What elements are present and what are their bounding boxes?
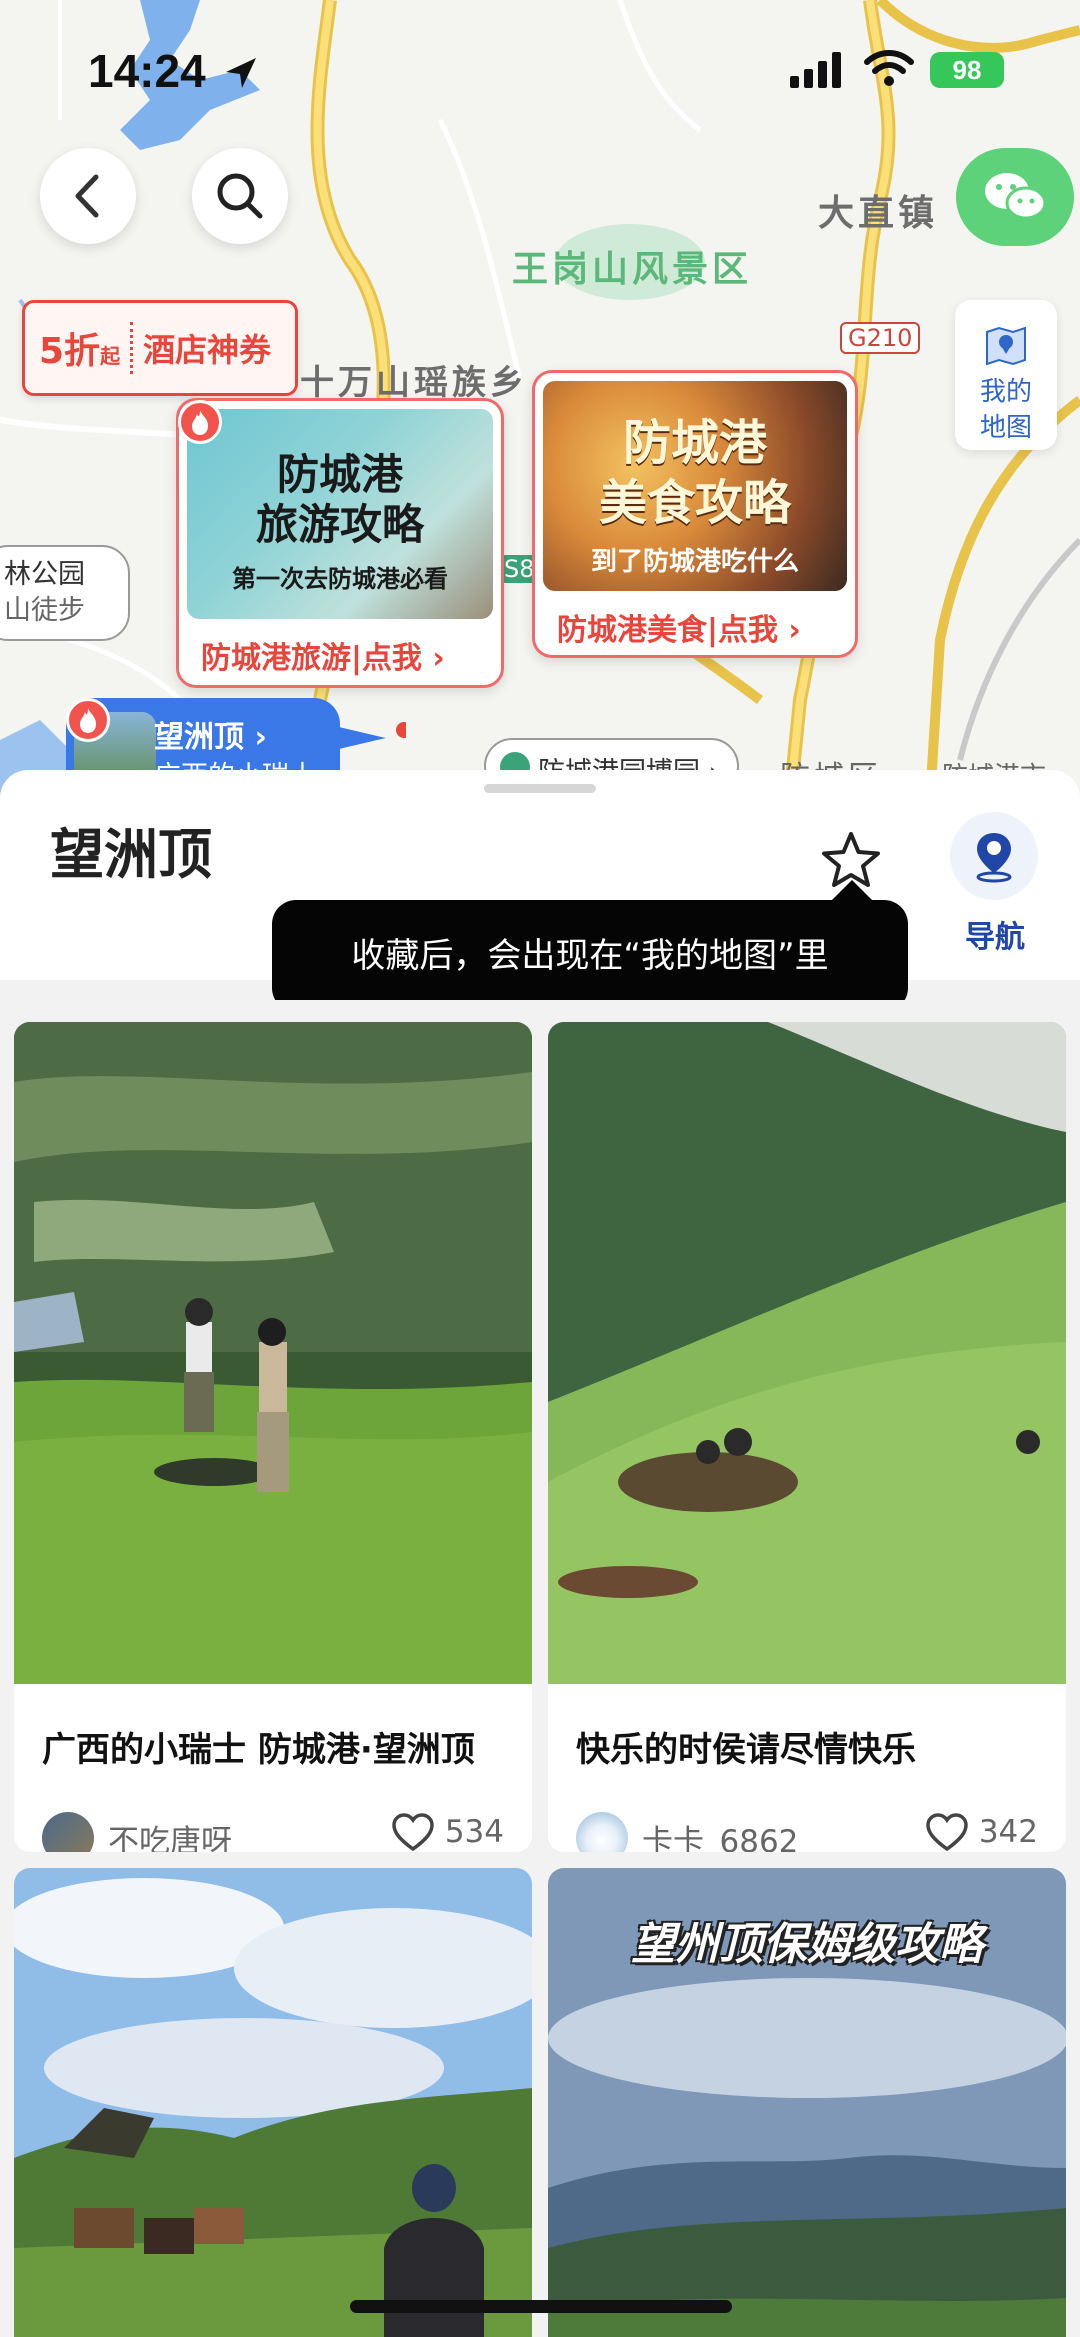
travel-guide-card[interactable]: 防城港 旅游攻略 第一次去防城港必看 防城港旅游|点我 › bbox=[176, 398, 504, 688]
note-image bbox=[14, 1868, 532, 2337]
map-label-town: 大直镇 bbox=[818, 193, 939, 234]
food-guide-link: 防城港美食|点我 › bbox=[557, 613, 801, 648]
author-name: 不吃唐呀 bbox=[108, 1823, 232, 1853]
park-pill[interactable]: 林公园 山徒步 bbox=[0, 545, 130, 641]
road-sign-g210: G210 bbox=[840, 322, 921, 354]
note-image-overlay-title: 望州顶保姆级攻略 bbox=[631, 1919, 983, 1970]
navigate-label: 导航 bbox=[965, 920, 1025, 955]
like-button[interactable]: 534 bbox=[391, 1812, 504, 1852]
search-button[interactable] bbox=[192, 148, 288, 244]
avatar bbox=[576, 1812, 628, 1852]
notes-feed[interactable]: 广西的小瑞士 防城港·望洲顶 不吃唐呀 534 快乐的时侯请尽情快乐 卡卡_68… bbox=[0, 1000, 1080, 2337]
wechat-icon bbox=[985, 173, 1047, 220]
battery-indicator: 98 bbox=[930, 52, 1004, 88]
navigate-icon-wrap bbox=[950, 812, 1038, 900]
note-card[interactable]: 快乐的时侯请尽情快乐 卡卡_6862 342 bbox=[548, 1022, 1066, 1852]
my-map-button[interactable]: 我的 地图 bbox=[955, 300, 1057, 450]
food-subtitle: 到了防城港吃什么 bbox=[590, 547, 799, 577]
coupon-text: 酒店神券 bbox=[143, 331, 272, 369]
note-title: 广西的小瑞士 防城港·望洲顶 bbox=[42, 1730, 475, 1770]
author-name: 卡卡_6862 bbox=[642, 1823, 799, 1853]
tooltip-arrow bbox=[830, 880, 874, 902]
favorite-tooltip: 收藏后，会出现在“我的地图”里 bbox=[272, 900, 908, 1012]
poi-name: 望洲顶 › bbox=[154, 720, 267, 755]
sheet-grabber[interactable] bbox=[484, 784, 596, 793]
poi-fire-icon bbox=[66, 698, 110, 742]
cellular-signal-icon bbox=[790, 52, 841, 88]
note-image bbox=[548, 1022, 1066, 1684]
avatar bbox=[42, 1812, 94, 1852]
folded-map-icon bbox=[986, 326, 1026, 366]
back-button[interactable] bbox=[40, 148, 136, 244]
travel-title-2: 旅游攻略 bbox=[255, 500, 424, 549]
location-arrow-icon bbox=[226, 58, 256, 88]
map-label-township: 十万山瑶族乡 bbox=[300, 363, 528, 403]
note-image bbox=[14, 1022, 532, 1684]
navigate-button[interactable]: 导航 bbox=[950, 812, 1040, 956]
note-author[interactable]: 不吃唐呀 bbox=[42, 1812, 232, 1852]
map-view[interactable]: 大直镇 王岗山风景区 十万山瑶族乡 G210 S8 林公园 山徒步 5折起 酒店… bbox=[0, 0, 1080, 800]
status-bar: 14:24 98 bbox=[0, 0, 1080, 140]
note-card[interactable] bbox=[14, 1868, 532, 2337]
wechat-share-button[interactable] bbox=[956, 148, 1074, 246]
note-author[interactable]: 卡卡_6862 bbox=[576, 1812, 798, 1852]
fire-icon bbox=[178, 400, 222, 444]
heart-icon bbox=[392, 1813, 434, 1852]
coupon-divider bbox=[130, 322, 134, 374]
food-title-2: 美食攻略 bbox=[598, 475, 791, 531]
home-indicator[interactable] bbox=[350, 2300, 732, 2313]
search-icon bbox=[217, 173, 263, 219]
my-map-label-2: 地图 bbox=[979, 413, 1032, 443]
like-button[interactable]: 342 bbox=[925, 1812, 1038, 1852]
back-arrow-icon bbox=[75, 174, 99, 218]
my-map-label-1: 我的 bbox=[979, 377, 1032, 407]
travel-guide-link: 防城港旅游|点我 › bbox=[201, 641, 445, 676]
wifi-icon bbox=[864, 50, 914, 86]
food-guide-thumbnail: 防城港 美食攻略 到了防城港吃什么 bbox=[543, 381, 847, 591]
coupon-discount: 5折起 bbox=[39, 331, 121, 372]
food-guide-card[interactable]: 防城港 美食攻略 到了防城港吃什么 防城港美食|点我 › bbox=[532, 370, 858, 658]
navigation-pin-icon bbox=[976, 833, 1012, 883]
note-title: 快乐的时侯请尽情快乐 bbox=[576, 1730, 916, 1770]
poi-pointer bbox=[326, 722, 406, 752]
heart-icon bbox=[926, 1813, 968, 1852]
note-card[interactable]: 广西的小瑞士 防城港·望洲顶 不吃唐呀 534 bbox=[14, 1022, 532, 1852]
map-label-scenic: 王岗山风景区 bbox=[512, 249, 753, 290]
like-count: 342 bbox=[978, 1814, 1038, 1850]
status-time: 14:24 bbox=[88, 45, 206, 97]
travel-guide-thumbnail: 防城港 旅游攻略 第一次去防城港必看 bbox=[187, 409, 493, 619]
like-count: 534 bbox=[444, 1814, 504, 1850]
hotel-coupon-banner[interactable]: 5折起 酒店神券 bbox=[22, 300, 298, 396]
travel-subtitle: 第一次去防城港必看 bbox=[232, 565, 448, 593]
place-title: 望洲顶 bbox=[50, 823, 212, 886]
note-card[interactable]: 望州顶保姆级攻略 bbox=[548, 1868, 1066, 2337]
